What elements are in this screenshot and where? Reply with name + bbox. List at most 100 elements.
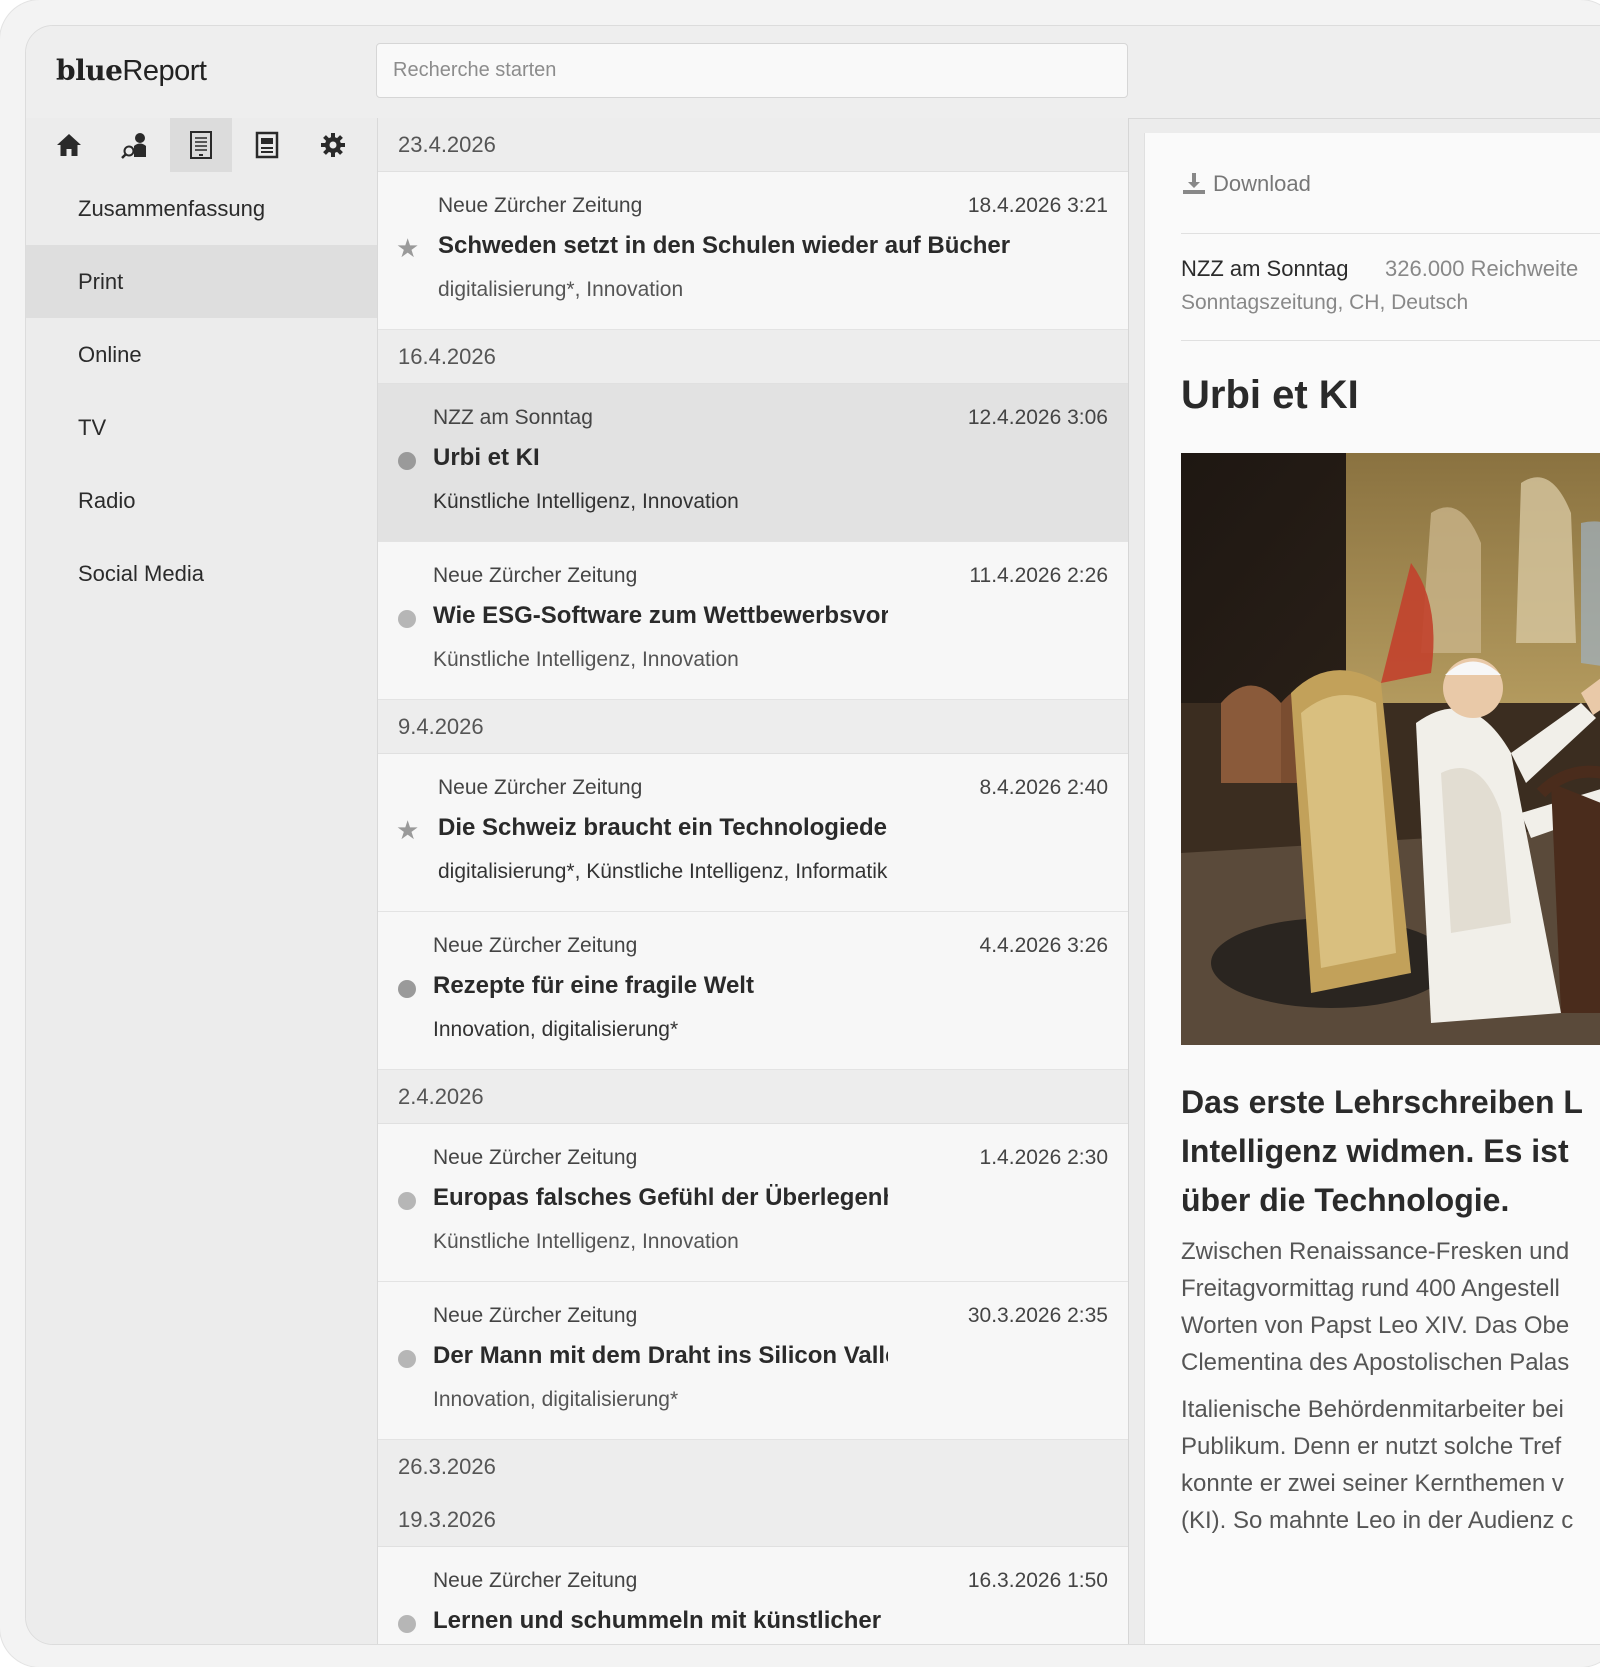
article-time: 8.4.2026 2:40: [979, 776, 1108, 799]
article-title: Rezepte für eine fragile Welt: [433, 972, 754, 999]
settings-button[interactable]: [302, 118, 364, 172]
article-tags: Künstliche Intelligenz, Innovation: [433, 648, 739, 671]
download-label: Download: [1213, 171, 1311, 196]
article-headline: Urbi et KI: [1181, 373, 1359, 417]
list-item[interactable]: NZZ am Sonntag 12.4.2026 3:06 Urbi et KI…: [378, 384, 1128, 542]
body-line: konnte er zwei seiner Kernthemen v: [1181, 1470, 1564, 1497]
list-item[interactable]: ★ Neue Zürcher Zeitung 18.4.2026 3:21 Sc…: [378, 172, 1128, 330]
media-type-nav: Zusammenfassung Print Online TV Radio So…: [26, 172, 377, 610]
nav-item-tv[interactable]: TV: [26, 391, 377, 464]
body-line: (KI). So mahnte Leo in der Audienz c: [1181, 1507, 1574, 1534]
logo-bold-text: blue: [56, 54, 123, 87]
article-source: Neue Zürcher Zeitung: [438, 776, 643, 799]
lead-line: Das erste Lehrschreiben L: [1181, 1084, 1583, 1120]
logo-regular-text: Report: [122, 55, 207, 87]
article-source: Neue Zürcher Zeitung: [433, 1569, 638, 1592]
home-icon: [57, 134, 81, 156]
document-icon: [190, 131, 212, 159]
unread-dot-icon: [398, 980, 416, 998]
article-list: 23.4.2026 ★ Neue Zürcher Zeitung 18.4.20…: [378, 118, 1129, 1644]
lead-line: Intelligenz widmen. Es ist: [1181, 1133, 1569, 1169]
article-lead: Das erste Lehrschreiben L Intelligenz wi…: [1181, 1078, 1600, 1225]
article-title: Lernen und schummeln mit künstlicher Int…: [433, 1607, 888, 1634]
article-title: Schweden setzt in den Schulen wieder auf…: [438, 232, 1011, 259]
nav-item-radio[interactable]: Radio: [26, 464, 377, 537]
nav-item-social-media[interactable]: Social Media: [26, 537, 377, 610]
article-time: 1.4.2026 2:30: [979, 1146, 1108, 1169]
read-dot-icon: [398, 1192, 416, 1210]
article-photo-illustration: [1181, 453, 1600, 1045]
read-dot-icon: [398, 1615, 416, 1633]
article-photo: [1181, 453, 1600, 1045]
article-detail-panel: Download NZZ am Sonntag 326.000 Reichwei…: [1144, 133, 1600, 1644]
newspaper-icon: [255, 131, 279, 159]
list-item[interactable]: Neue Zürcher Zeitung 1.4.2026 2:30 Europ…: [378, 1124, 1128, 1282]
article-time: 30.3.2026 2:35: [967, 1304, 1108, 1327]
download-icon: [1183, 173, 1205, 194]
article-source: Neue Zürcher Zeitung: [433, 1146, 638, 1169]
app-logo[interactable]: blueReport: [56, 54, 207, 88]
article-title: Die Schweiz braucht ein Technologiedepar…: [438, 814, 888, 841]
article-time: 16.3.2026 1:50: [967, 1569, 1108, 1592]
body-line: Clementina des Apostolischen Palas: [1181, 1349, 1570, 1376]
article-title: Europas falsches Gefühl der Überlegenhei…: [433, 1184, 888, 1211]
search-input[interactable]: [376, 43, 1128, 98]
top-bar: blueReport: [26, 26, 1600, 119]
lead-line: über die Technologie.: [1181, 1182, 1510, 1218]
article-body-paragraph: Zwischen Renaissance-Fresken und Freitag…: [1181, 1233, 1600, 1381]
nav-item-online[interactable]: Online: [26, 318, 377, 391]
date-header: 2.4.2026: [378, 1070, 1128, 1124]
reach-value: 326.000 Reichweite: [1385, 256, 1579, 281]
nav-item-zusammenfassung[interactable]: Zusammenfassung: [26, 172, 377, 245]
date-header: 19.3.2026: [378, 1493, 1128, 1547]
document-button[interactable]: [170, 118, 232, 172]
newspaper-button[interactable]: [236, 118, 298, 172]
sidebar-icon-toolbar: [26, 118, 377, 172]
read-dot-icon: [398, 610, 416, 628]
publication-meta: Sonntagszeitung, CH, Deutsch: [1181, 291, 1469, 314]
article-title: Der Mann mit dem Draht ins Silicon Valle…: [433, 1342, 888, 1369]
home-button[interactable]: [38, 118, 100, 172]
list-item[interactable]: Neue Zürcher Zeitung 30.3.2026 2:35 Der …: [378, 1282, 1128, 1440]
search-person-button[interactable]: [104, 118, 166, 172]
body-line: Zwischen Renaissance-Fresken und: [1181, 1238, 1570, 1265]
list-item[interactable]: Neue Zürcher Zeitung 11.4.2026 2:26 Wie …: [378, 542, 1128, 700]
article-body-paragraph: Italienische Behördenmitarbeiter bei Pub…: [1181, 1391, 1600, 1539]
list-item[interactable]: Neue Zürcher Zeitung 4.4.2026 3:26 Rezep…: [378, 912, 1128, 1070]
divider: [1181, 340, 1600, 341]
article-source: Neue Zürcher Zeitung: [433, 1304, 638, 1327]
body-line: Worten von Papst Leo XIV. Das Obe: [1181, 1312, 1570, 1339]
article-time: 4.4.2026 3:26: [979, 934, 1108, 957]
download-button[interactable]: Download: [1181, 171, 1311, 197]
article-tags: Künstliche Intelligenz, Innovation: [433, 490, 739, 513]
date-header: 26.3.2026: [378, 1440, 1128, 1493]
unread-dot-icon: [398, 452, 416, 470]
article-time: 11.4.2026 2:26: [969, 564, 1108, 587]
gear-icon: [321, 133, 345, 157]
article-source: Neue Zürcher Zeitung: [433, 564, 638, 587]
article-title: Urbi et KI: [433, 444, 540, 471]
body-line: Freitagvormittag rund 400 Angestell: [1181, 1275, 1560, 1302]
article-time: 12.4.2026 3:06: [967, 406, 1108, 429]
device-frame: blueReport Recherche starten Zusammenfas…: [0, 0, 1600, 1667]
app-window: blueReport Recherche starten Zusammenfas…: [25, 25, 1600, 1645]
publication-name: NZZ am Sonntag: [1181, 256, 1349, 281]
article-tags: Innovation, digitalisierung*: [433, 1018, 679, 1041]
read-dot-icon: [398, 1350, 416, 1368]
star-icon[interactable]: ★: [396, 817, 419, 843]
article-source: NZZ am Sonntag: [433, 406, 593, 429]
sidebar: Zusammenfassung Print Online TV Radio So…: [26, 118, 378, 1644]
article-source: Neue Zürcher Zeitung: [433, 934, 638, 957]
date-header: 23.4.2026: [378, 118, 1128, 172]
nav-item-print[interactable]: Print: [26, 245, 377, 318]
article-title: Wie ESG-Software zum Wettbewerbsvorteil …: [433, 602, 888, 629]
divider: [1181, 233, 1600, 234]
date-header: 9.4.2026: [378, 700, 1128, 754]
list-item[interactable]: Neue Zürcher Zeitung 16.3.2026 1:50 Lern…: [378, 1547, 1128, 1644]
star-icon[interactable]: ★: [396, 235, 419, 261]
list-item[interactable]: ★ Neue Zürcher Zeitung 8.4.2026 2:40 Die…: [378, 754, 1128, 912]
article-tags: digitalisierung*, Innovation: [438, 278, 684, 301]
article-source: Neue Zürcher Zeitung: [438, 194, 643, 217]
article-tags: digitalisierung*, Künstliche Intelligenz…: [438, 860, 888, 883]
search-person-icon: [121, 133, 146, 159]
